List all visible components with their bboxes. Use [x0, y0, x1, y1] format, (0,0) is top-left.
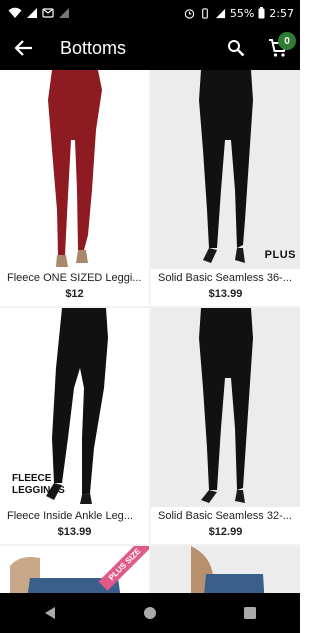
- battery-percent: 55%: [229, 6, 255, 20]
- wifi-icon: [8, 7, 22, 18]
- product-card[interactable]: PLUS SIZE: [0, 546, 149, 593]
- product-price: $12: [65, 288, 84, 300]
- product-card[interactable]: Fleece ONE SIZED Leggi... $12: [0, 70, 149, 306]
- signal-icon: [27, 8, 37, 18]
- product-name: Solid Basic Seamless 36-...: [158, 272, 292, 284]
- status-right-icons: 55% 2:57: [184, 7, 294, 20]
- product-card[interactable]: Solid Basic Seamless 32-... $12.99: [151, 308, 300, 544]
- nav-recents-icon[interactable]: [243, 606, 257, 620]
- fleece-tag-line1: FLEECE: [12, 473, 52, 484]
- product-image: [151, 308, 300, 507]
- search-icon: [228, 40, 245, 57]
- product-price: $12.99: [208, 526, 243, 538]
- product-name: Fleece Inside Ankle Leg...: [7, 510, 133, 522]
- product-image: PLUS: [151, 70, 300, 269]
- product-price: $13.99: [57, 526, 92, 538]
- system-nav-bar: [0, 593, 300, 633]
- status-left-icons: [8, 7, 70, 19]
- signal-strength-icon: [215, 8, 225, 18]
- app-bar: Bottoms 0: [0, 26, 300, 70]
- signal-bars-icon: [59, 8, 69, 18]
- cart-count-badge: 0: [278, 32, 296, 50]
- status-bar: 55% 2:57: [0, 0, 300, 26]
- nav-back-icon[interactable]: [43, 606, 57, 620]
- message-icon: [42, 8, 54, 18]
- page-title: Bottoms: [60, 37, 127, 58]
- product-image: FLEECE LEGGINGS: [0, 308, 149, 507]
- plus-tag: PLUS: [264, 249, 296, 261]
- back-button[interactable]: [0, 26, 48, 70]
- product-grid: Fleece ONE SIZED Leggi... $12 PLUS Solid…: [0, 70, 300, 593]
- product-price: $13.99: [208, 288, 243, 300]
- fleece-leggings-tag: FLEECE LEGGINGS: [12, 473, 65, 497]
- product-image: [0, 70, 149, 269]
- nav-home-icon[interactable]: [143, 606, 157, 620]
- alarm-icon: [184, 8, 195, 19]
- product-card[interactable]: PLUS Solid Basic Seamless 36-... $13.99: [151, 70, 300, 306]
- arrow-back-icon: [14, 40, 32, 56]
- product-name: Solid Basic Seamless 32-...: [158, 510, 292, 522]
- cart-button[interactable]: 0: [256, 26, 300, 70]
- product-image: [151, 546, 300, 593]
- clock-time: 2:57: [269, 6, 294, 20]
- product-name: Fleece ONE SIZED Leggi...: [7, 272, 142, 284]
- product-card[interactable]: [151, 546, 300, 593]
- battery-icon: [258, 7, 265, 19]
- product-card[interactable]: FLEECE LEGGINGS Fleece Inside Ankle Leg.…: [0, 308, 149, 544]
- fleece-tag-line2: LEGGINGS: [12, 485, 65, 496]
- product-image: PLUS SIZE: [0, 546, 149, 593]
- search-button[interactable]: [216, 26, 256, 70]
- vibrate-icon: [202, 7, 208, 19]
